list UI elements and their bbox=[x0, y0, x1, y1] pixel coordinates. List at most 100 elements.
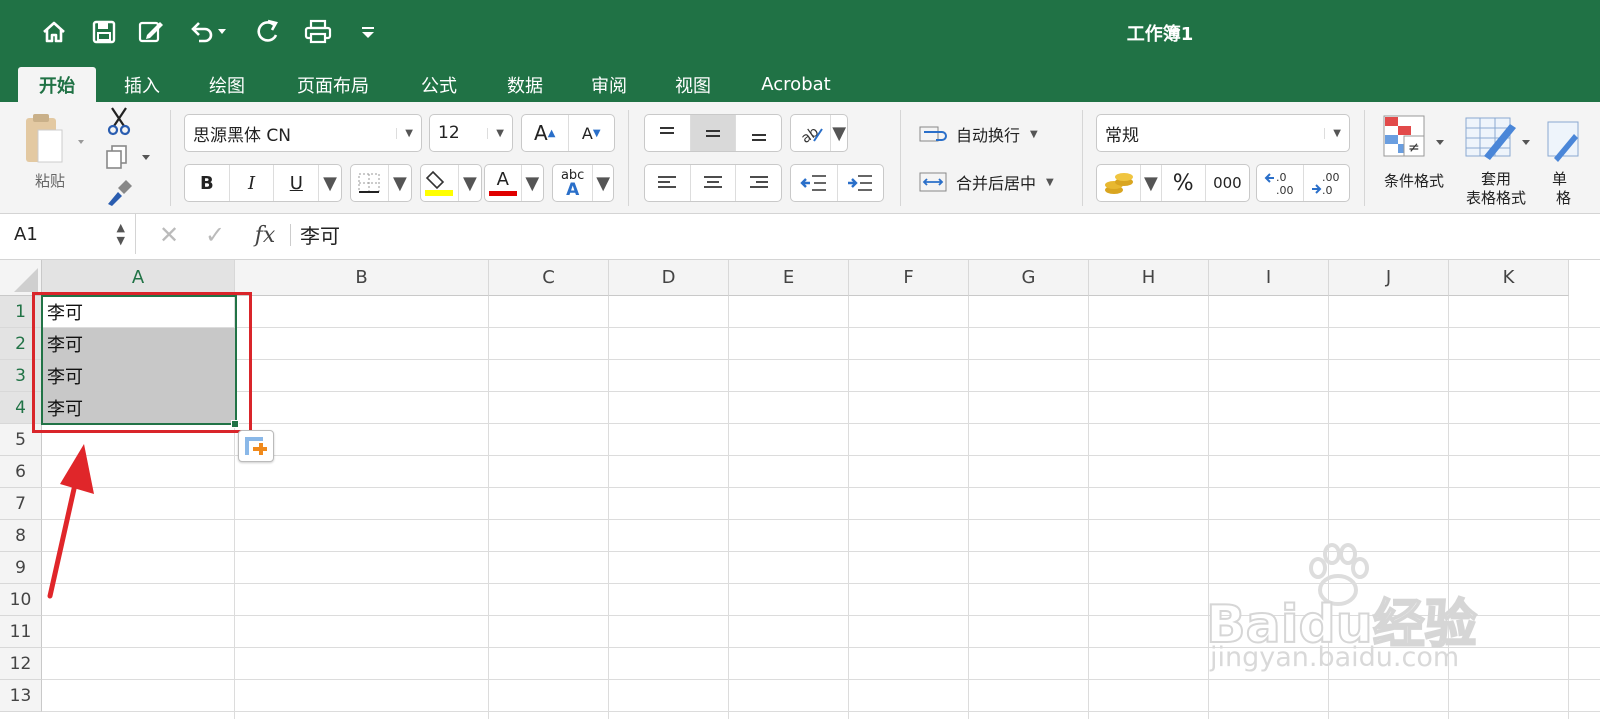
column-header-D[interactable]: D bbox=[609, 260, 729, 296]
row-header-8[interactable]: 8 bbox=[0, 520, 42, 552]
row-header-10[interactable]: 10 bbox=[0, 584, 42, 616]
save-icon[interactable] bbox=[84, 12, 124, 52]
decrease-indent-icon[interactable] bbox=[791, 165, 838, 201]
column-header-B[interactable]: B bbox=[235, 260, 489, 296]
decrease-decimal-icon[interactable]: .00.0 bbox=[1304, 165, 1350, 201]
fill-color-icon[interactable] bbox=[421, 165, 459, 201]
tab-review[interactable]: 审阅 bbox=[572, 67, 646, 102]
insert-function-icon[interactable]: fx bbox=[248, 220, 282, 250]
increase-indent-icon[interactable] bbox=[838, 165, 884, 201]
column-header-A[interactable]: A bbox=[42, 260, 235, 296]
auto-fill-options-icon bbox=[245, 437, 267, 455]
align-left-icon[interactable] bbox=[645, 165, 691, 201]
phonetic-dropdown[interactable]: ▼ bbox=[593, 165, 613, 201]
align-right-icon[interactable] bbox=[736, 165, 781, 201]
auto-fill-options-button[interactable] bbox=[238, 430, 274, 462]
print-icon[interactable] bbox=[298, 12, 338, 52]
undo-icon[interactable] bbox=[184, 12, 234, 52]
row-header-11[interactable]: 11 bbox=[0, 616, 42, 648]
chevron-down-icon: ▼ bbox=[1324, 127, 1349, 139]
conditional-format-icon: ≠ bbox=[1383, 115, 1444, 157]
borders-group: ▼ bbox=[350, 164, 412, 202]
home-icon[interactable] bbox=[34, 12, 74, 52]
column-header-H[interactable]: H bbox=[1089, 260, 1209, 296]
orientation-icon[interactable]: ab bbox=[791, 115, 832, 151]
column-header-G[interactable]: G bbox=[969, 260, 1089, 296]
tab-page-layout[interactable]: 页面布局 bbox=[276, 67, 390, 102]
indent-group bbox=[790, 164, 884, 202]
excel-window: 工作簿1 开始 插入 绘图 页面布局 公式 数据 审阅 视图 Acrobat 粘… bbox=[0, 0, 1600, 719]
percent-button[interactable]: % bbox=[1162, 165, 1206, 201]
tab-draw[interactable]: 绘图 bbox=[190, 67, 264, 102]
tab-view[interactable]: 视图 bbox=[656, 67, 730, 102]
number-format-value: 常规 bbox=[1105, 125, 1139, 146]
cut-icon[interactable] bbox=[104, 106, 134, 136]
format-painter-icon[interactable] bbox=[104, 178, 134, 208]
orientation-dropdown[interactable]: ▼ bbox=[831, 115, 847, 151]
accounting-format-icon[interactable] bbox=[1097, 165, 1142, 201]
fill-color-dropdown[interactable]: ▼ bbox=[459, 165, 481, 201]
row-header-7[interactable]: 7 bbox=[0, 488, 42, 520]
name-box-stepper-icon[interactable]: ▲ ▼ bbox=[117, 221, 135, 247]
increase-font-button[interactable]: A ▲ bbox=[522, 115, 569, 151]
bold-button[interactable]: B bbox=[185, 165, 230, 201]
increase-decimal-icon[interactable]: .0.00 bbox=[1257, 165, 1304, 201]
grid-line bbox=[42, 423, 1600, 424]
font-size-adjust-group: A ▲ A ▼ bbox=[521, 114, 615, 152]
align-top-icon[interactable] bbox=[645, 115, 691, 151]
column-header-E[interactable]: E bbox=[729, 260, 849, 296]
font-color-button[interactable]: A bbox=[485, 165, 522, 201]
paste-button[interactable] bbox=[18, 110, 88, 170]
row-header-6[interactable]: 6 bbox=[0, 456, 42, 488]
svg-text:.00: .00 bbox=[1322, 171, 1340, 184]
align-middle-icon[interactable] bbox=[690, 115, 737, 151]
italic-button[interactable]: I bbox=[230, 165, 275, 201]
formula-input[interactable]: 李可 bbox=[300, 214, 1590, 254]
tab-home[interactable]: 开始 bbox=[18, 67, 96, 102]
align-center-icon[interactable] bbox=[691, 165, 737, 201]
format-as-table-button[interactable] bbox=[1460, 110, 1534, 170]
tab-insert[interactable]: 插入 bbox=[104, 67, 180, 102]
borders-icon[interactable] bbox=[351, 165, 389, 201]
tab-data[interactable]: 数据 bbox=[488, 67, 562, 102]
underline-button[interactable]: U bbox=[274, 165, 320, 201]
comma-button[interactable]: 000 bbox=[1206, 165, 1249, 201]
phonetic-button[interactable]: abc A bbox=[553, 165, 594, 201]
merge-center-button[interactable]: 合并后居中 ▼ bbox=[918, 168, 1078, 196]
tab-formulas[interactable]: 公式 bbox=[402, 67, 476, 102]
redo-icon[interactable] bbox=[248, 12, 288, 52]
font-name-select[interactable]: 思源黑体 CN ▼ bbox=[184, 114, 422, 152]
underline-dropdown[interactable]: ▼ bbox=[319, 165, 341, 201]
formula-bar: A1 ▲ ▼ ✕ ✓ fx 李可 bbox=[0, 214, 1600, 260]
font-color-dropdown[interactable]: ▼ bbox=[522, 165, 543, 201]
row-header-12[interactable]: 12 bbox=[0, 648, 42, 680]
select-all-button[interactable] bbox=[0, 260, 42, 296]
column-header-F[interactable]: F bbox=[849, 260, 969, 296]
decrease-font-button[interactable]: A ▼ bbox=[569, 115, 615, 151]
column-header-C[interactable]: C bbox=[489, 260, 609, 296]
worksheet-grid[interactable]: ABCDEFGHIJK 1 2 3 4 5 6 7 8 9 10 11 12 13 李可 李可 李可 李… bbox=[0, 260, 1600, 719]
decimal-group: .0.00 .00.0 bbox=[1256, 164, 1350, 202]
align-bottom-icon[interactable] bbox=[736, 115, 781, 151]
column-header-K[interactable]: K bbox=[1449, 260, 1569, 296]
column-header-I[interactable]: I bbox=[1209, 260, 1329, 296]
tab-acrobat[interactable]: Acrobat bbox=[744, 67, 848, 102]
edit-icon[interactable] bbox=[132, 12, 172, 52]
borders-dropdown[interactable]: ▼ bbox=[389, 165, 411, 201]
accounting-dropdown[interactable]: ▼ bbox=[1141, 165, 1162, 201]
number-format-select[interactable]: 常规 ▼ bbox=[1096, 114, 1350, 152]
conditional-format-button[interactable]: ≠ bbox=[1378, 110, 1452, 170]
customize-icon[interactable] bbox=[348, 12, 388, 52]
cell-styles-button[interactable] bbox=[1544, 116, 1600, 166]
font-size-select[interactable]: 12 ▼ bbox=[429, 114, 513, 152]
row-header-13[interactable]: 13 bbox=[0, 680, 42, 712]
grid-line bbox=[42, 519, 1600, 520]
enter-icon[interactable]: ✓ bbox=[200, 220, 230, 250]
column-header-J[interactable]: J bbox=[1329, 260, 1449, 296]
row-header-9[interactable]: 9 bbox=[0, 552, 42, 584]
copy-icon[interactable] bbox=[104, 142, 154, 172]
wrap-text-button[interactable]: 自动换行 ▼ bbox=[918, 120, 1078, 148]
cancel-icon[interactable]: ✕ bbox=[154, 220, 184, 250]
name-box[interactable]: A1 ▲ ▼ bbox=[0, 214, 136, 254]
conditional-format-label: 条件格式 bbox=[1383, 172, 1444, 190]
